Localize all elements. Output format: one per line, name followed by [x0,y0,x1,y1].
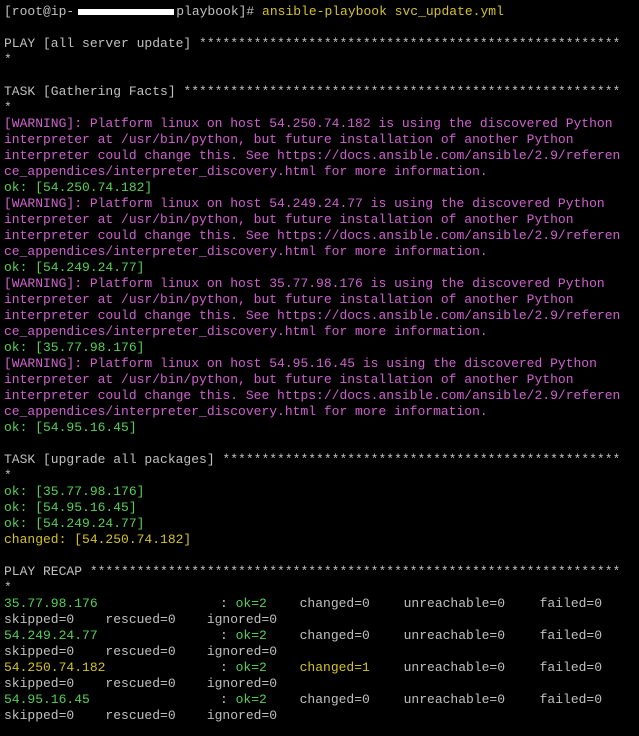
output-line: TASK [upgrade all packages] ************… [4,452,621,467]
output-line: ok: [54.95.16.45] [4,420,137,435]
recap-changed: changed=0 [299,628,370,643]
output-line: skipped=0 rescued=0 ignored=0 [4,708,278,723]
recap-separator: : [220,596,236,611]
recap-separator: : [220,660,236,675]
recap-ok: ok=2 [235,692,267,707]
output-line: [WARNING]: Platform linux on host 54.95.… [4,356,597,371]
output-line: PLAY [all server update] ***************… [4,36,621,51]
output-line: interpreter at /usr/bin/python, but futu… [4,132,574,147]
recap-changed: changed=0 [299,596,370,611]
recap-changed: changed=1 [299,660,370,675]
recap-changed: changed=0 [299,692,370,707]
recap-unreachable: unreachable=0 [403,628,506,643]
output-line: interpreter at /usr/bin/python, but futu… [4,372,574,387]
recap-row: 54.250.74.182: ok=2 changed=1 unreachable=… [4,660,639,676]
recap-ok: ok=2 [235,596,267,611]
output-line: interpreter at /usr/bin/python, but futu… [4,292,574,307]
output-line: interpreter at /usr/bin/python, but futu… [4,212,574,227]
recap-failed: failed=0 [539,628,603,643]
output-line: interpreter could change this. See https… [4,228,621,243]
recap-ok: ok=2 [235,628,267,643]
recap-host: 54.250.74.182 [4,660,106,675]
recap-failed: failed=0 [539,596,603,611]
recap-host: 35.77.98.176 [4,596,98,611]
output-line: changed: [54.250.74.182] [4,532,192,547]
recap-host: 54.249.24.77 [4,628,98,643]
prompt-suffix: playbook]# [176,4,263,19]
output-line: ce_appendices/interpreter_discovery.html… [4,324,488,339]
output-line: ce_appendices/interpreter_discovery.html… [4,244,488,259]
command-prompt-line: [root@ip-playbook]# ansible-playbook svc… [4,4,639,20]
output-line: * [4,100,12,115]
recap-failed: failed=0 [539,660,603,675]
recap-separator: : [220,692,236,707]
output-line: [WARNING]: Platform linux on host 54.250… [4,116,613,131]
prompt-user-prefix: [root@ip- [4,4,75,19]
output-line: [WARNING]: Platform linux on host 54.249… [4,196,605,211]
prompt-command: ansible-playbook svc_update.yml [262,4,504,19]
output-line: ok: [54.249.24.77] [4,516,145,531]
recap-separator: : [220,628,236,643]
output-line: interpreter could change this. See https… [4,148,621,163]
redacted-hostname [78,8,175,15]
output-line: skipped=0 rescued=0 ignored=0 [4,676,278,691]
output-line: * [4,580,12,595]
recap-row: 54.95.16.45: ok=2 changed=0 unreachable=0 f… [4,692,639,708]
output-line: * [4,52,12,67]
output-line: ce_appendices/interpreter_discovery.html… [4,404,488,419]
output-line: skipped=0 rescued=0 ignored=0 [4,612,278,627]
output-line: ce_appendices/interpreter_discovery.html… [4,164,488,179]
recap-row: 35.77.98.176: ok=2 changed=0 unreachable=0… [4,596,639,612]
output-line: [WARNING]: Platform linux on host 35.77.… [4,276,605,291]
output-line: ok: [35.77.98.176] [4,340,145,355]
recap-unreachable: unreachable=0 [403,692,506,707]
recap-unreachable: unreachable=0 [403,660,506,675]
recap-failed: failed=0 [539,692,603,707]
output-line: * [4,468,12,483]
recap-row: 54.249.24.77: ok=2 changed=0 unreachable=0… [4,628,639,644]
output-line: ok: [54.249.24.77] [4,260,145,275]
scrolled-top-edge [0,0,639,3]
output-line: interpreter could change this. See https… [4,308,621,323]
recap-unreachable: unreachable=0 [403,596,506,611]
output-line: ok: [54.95.16.45] [4,500,137,515]
terminal-output: PLAY [all server update] ***************… [4,20,639,724]
output-line: skipped=0 rescued=0 ignored=0 [4,644,278,659]
output-line: ok: [35.77.98.176] [4,484,145,499]
output-line: PLAY RECAP *****************************… [4,564,621,579]
terminal-window[interactable]: [root@ip-playbook]# ansible-playbook svc… [0,0,639,736]
output-line: TASK [Gathering Facts] *****************… [4,84,621,99]
output-line: interpreter could change this. See https… [4,388,621,403]
output-line: ok: [54.250.74.182] [4,180,153,195]
recap-ok: ok=2 [235,660,267,675]
recap-host: 54.95.16.45 [4,692,90,707]
